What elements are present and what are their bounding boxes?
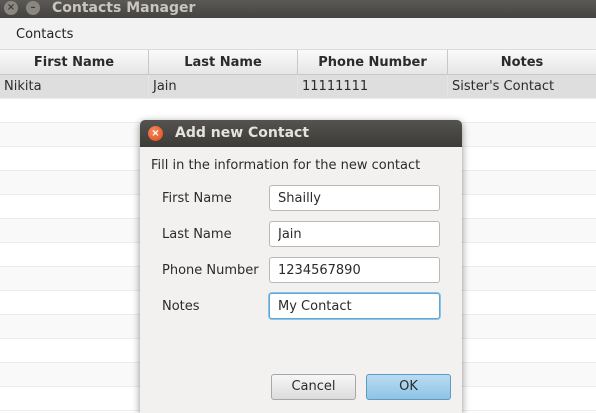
dialog-close-icon[interactable]: × xyxy=(148,126,163,141)
first-name-label: First Name xyxy=(162,191,232,206)
column-header-phone-number[interactable]: Phone Number xyxy=(298,50,448,75)
notes-input[interactable] xyxy=(269,293,440,319)
column-header-notes[interactable]: Notes xyxy=(448,50,596,75)
last-name-input[interactable] xyxy=(269,221,440,247)
window-title-bar: × – Contacts Manager xyxy=(0,0,596,18)
dialog-title-bar: × Add new Contact xyxy=(140,120,462,147)
cancel-button[interactable]: Cancel xyxy=(271,374,356,400)
cell-notes: Sister's Contact xyxy=(452,79,555,94)
cell-phone-number: 11111111 xyxy=(298,75,448,99)
ok-button[interactable]: OK xyxy=(366,374,451,400)
phone-number-input[interactable] xyxy=(269,257,440,283)
cell-last-name: Jain xyxy=(149,75,298,99)
cell-first-name: Nikita xyxy=(0,75,149,99)
add-contact-dialog: × Add new Contact Fill in the informatio… xyxy=(140,120,462,413)
table-header: First Name Last Name Phone Number Notes xyxy=(0,50,596,75)
dialog-header-text: Fill in the information for the new cont… xyxy=(151,158,421,173)
phone-number-label: Phone Number xyxy=(162,263,259,278)
menu-contacts[interactable]: Contacts xyxy=(16,27,73,42)
dialog-title: Add new Contact xyxy=(175,125,310,141)
last-name-label: Last Name xyxy=(162,227,232,242)
window-minimize-icon[interactable]: – xyxy=(26,1,40,15)
column-header-last-name[interactable]: Last Name xyxy=(149,50,298,75)
menu-bar: Contacts xyxy=(0,20,596,50)
window-close-icon[interactable]: × xyxy=(4,1,18,15)
window-title: Contacts Manager xyxy=(52,0,196,16)
first-name-input[interactable] xyxy=(269,185,440,211)
notes-label: Notes xyxy=(162,299,200,314)
column-header-first-name[interactable]: First Name xyxy=(0,50,149,75)
table-row[interactable]: Nikita Jain 11111111 Sister's Contact xyxy=(0,75,596,99)
